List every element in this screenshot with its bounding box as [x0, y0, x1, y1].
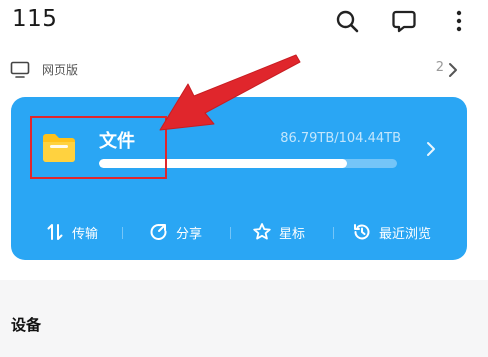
share-icon [150, 224, 167, 241]
recent-button[interactable]: 最近浏览 [352, 217, 431, 247]
star-label: 星标 [279, 226, 306, 242]
devices-section-title: 设备 [11, 316, 42, 334]
web-version-row[interactable]: 网页版 2 [10, 58, 478, 82]
star-button[interactable]: 星标 [252, 217, 305, 247]
storage-usage-text: 86.79TB/104.44TB [280, 131, 401, 146]
action-divider [333, 227, 334, 239]
search-icon[interactable] [334, 8, 360, 34]
transfer-button[interactable]: 传输 [45, 217, 98, 247]
share-label: 分享 [176, 226, 203, 242]
chevron-right-icon [449, 63, 457, 77]
monitor-icon [10, 61, 30, 78]
web-version-label: 网页版 [42, 63, 79, 77]
chevron-right-icon[interactable] [425, 141, 437, 157]
recent-icon [354, 224, 370, 240]
more-icon[interactable] [446, 8, 472, 34]
action-divider [230, 227, 231, 239]
web-version-count: 2 [435, 60, 444, 75]
action-divider [122, 227, 123, 239]
highlight-box [30, 116, 167, 179]
transfer-icon [47, 224, 63, 240]
app-title: 115 [12, 6, 58, 32]
card-actions: 传输 分享 星标 最近浏览 [11, 217, 467, 247]
message-icon[interactable] [391, 8, 417, 34]
star-icon [253, 223, 271, 240]
section-background [0, 280, 488, 357]
transfer-label: 传输 [72, 226, 99, 242]
recent-label: 最近浏览 [379, 226, 432, 242]
share-button[interactable]: 分享 [149, 217, 202, 247]
